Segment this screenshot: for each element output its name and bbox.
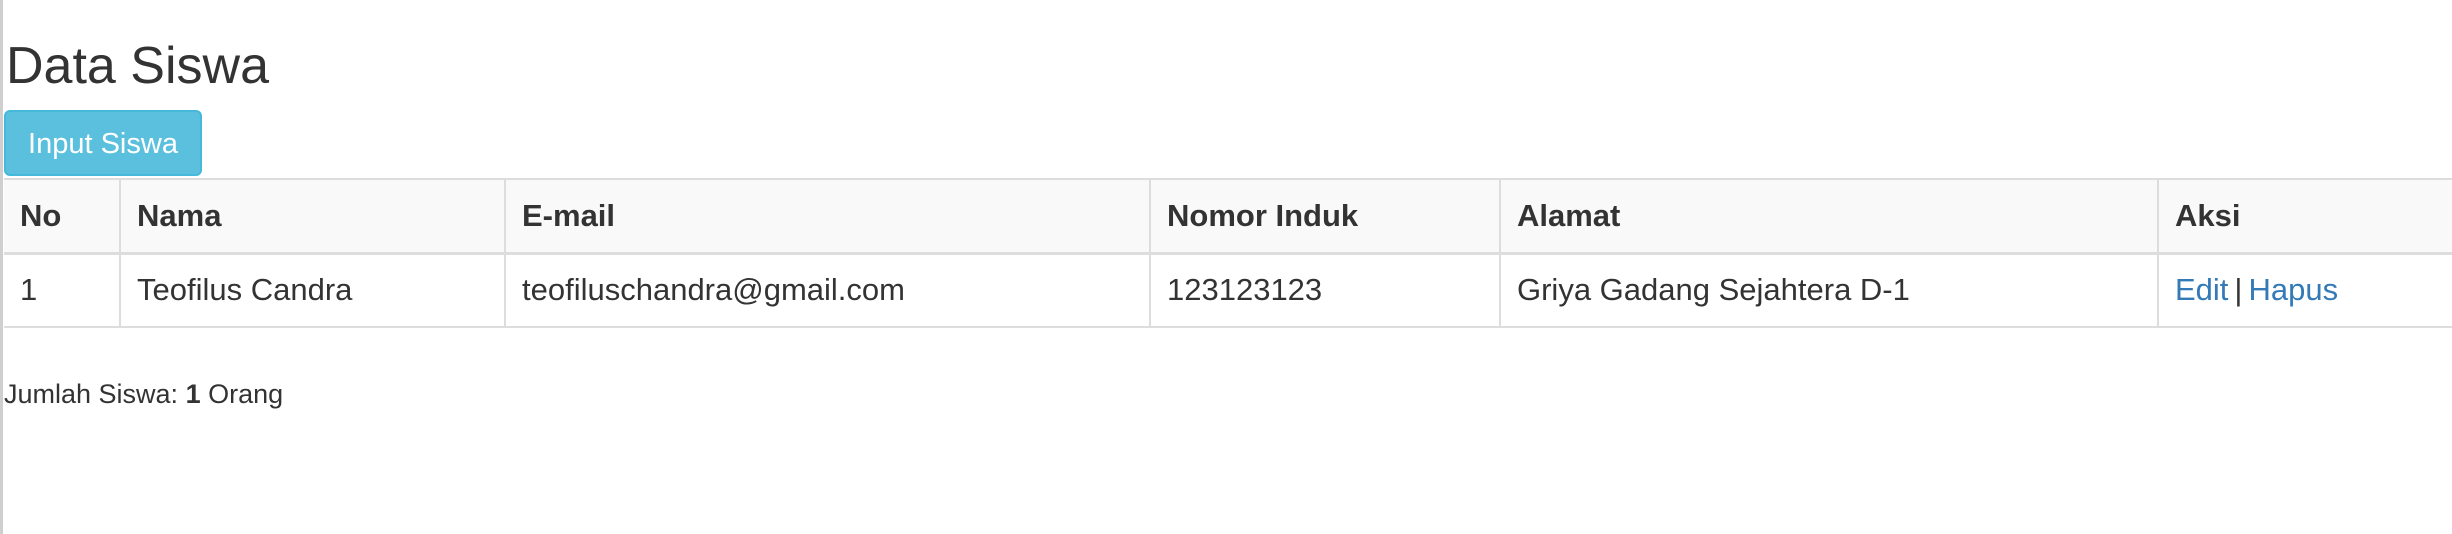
cell-aksi: Edit | Hapus (2157, 252, 2452, 328)
table-row: 1 Teofilus Candra teofiluschandra@gmail.… (4, 252, 2452, 328)
page-container: Data Siswa Input Siswa No Nama E-mail No… (4, 0, 2452, 534)
edit-link[interactable]: Edit (2175, 272, 2228, 307)
summary-prefix: Jumlah Siswa: (4, 379, 179, 409)
column-header-alamat: Alamat (1499, 178, 2159, 255)
cell-nomor-induk: 123123123 (1149, 252, 1501, 328)
summary-count: 1 (185, 379, 201, 409)
hapus-link[interactable]: Hapus (2248, 272, 2338, 307)
column-header-nama: Nama (119, 178, 506, 255)
column-header-aksi: Aksi (2157, 178, 2452, 255)
column-header-no: No (4, 178, 121, 255)
summary-suffix: Orang (208, 379, 284, 409)
action-separator: | (2234, 272, 2243, 308)
cell-email: teofiluschandra@gmail.com (504, 252, 1151, 328)
table-header-row: No Nama E-mail Nomor Induk Alamat Aksi (4, 178, 2452, 255)
page-title: Data Siswa (6, 37, 269, 95)
cell-alamat: Griya Gadang Sejahtera D-1 (1499, 252, 2159, 328)
column-header-nomor-induk: Nomor Induk (1149, 178, 1501, 255)
column-header-email: E-mail (504, 178, 1151, 255)
cell-nama: Teofilus Candra (119, 252, 506, 328)
window-left-edge (0, 0, 3, 534)
input-siswa-button[interactable]: Input Siswa (4, 110, 202, 176)
cell-no: 1 (4, 252, 121, 328)
student-table: No Nama E-mail Nomor Induk Alamat Aksi 1… (4, 178, 2452, 328)
student-count-summary: Jumlah Siswa: 1 Orang (4, 374, 283, 414)
